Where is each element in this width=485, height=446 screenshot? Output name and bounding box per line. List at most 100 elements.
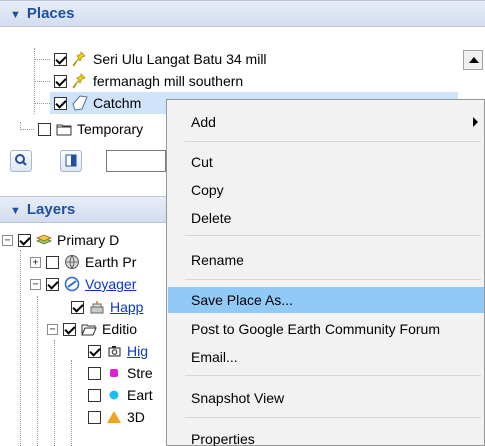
menu-item-email[interactable]: Email... [168,344,484,370]
menu-item-label: Rename [191,252,244,268]
layers-item[interactable]: Stre [88,362,153,384]
layer-checkbox[interactable] [63,322,76,336]
layer-checkbox[interactable] [88,344,101,358]
menu-item-add[interactable]: Add [168,109,484,135]
menu-separator [185,279,481,280]
yellow-pushpin-icon [72,73,88,89]
layer-link-label[interactable]: Voyager [85,276,136,292]
places-item[interactable]: fermanagh mill southern [54,70,243,92]
cake-icon [89,299,105,315]
layer-checkbox[interactable] [46,255,59,269]
layer-label: 3D [127,409,145,425]
context-menu: Add Cut Copy Delete Rename Save Place As… [166,99,485,446]
place-label: Seri Ulu Langat Batu 34 mill [93,51,267,67]
menu-item-label: Email... [191,349,238,365]
menu-item-post-to-forum[interactable]: Post to Google Earth Community Forum [168,316,484,342]
menu-item-snapshot-view[interactable]: Snapshot View [168,385,484,411]
menu-item-save-place-as[interactable]: Save Place As... [168,287,484,313]
layer-label: Primary D [57,232,120,248]
place-label: Catchm [93,95,142,111]
tree-line [71,360,72,446]
tree-line [34,59,50,60]
tree-line [37,296,38,446]
voyager-icon [64,276,80,292]
menu-separator [185,375,481,376]
places-panel-header[interactable]: ▼ Places [0,0,485,27]
place-checkbox[interactable] [38,122,51,136]
layer-checkbox[interactable] [88,388,101,402]
globe-icon [64,254,80,270]
submenu-arrow-icon [473,117,478,127]
collapse-expander[interactable]: − [30,278,41,290]
layers-item[interactable]: + Earth Pr [30,251,136,273]
layer-link-label[interactable]: Hig [127,343,148,359]
place-label: fermanagh mill southern [93,73,244,89]
layer-checkbox[interactable] [88,410,101,424]
menu-item-properties[interactable]: Properties [168,426,484,446]
layers-item[interactable]: − Primary D [2,229,119,251]
menu-item-label: Delete [191,210,232,226]
panel-toggle-icon [65,154,77,167]
place-checkbox[interactable] [54,96,67,110]
tree-line [34,81,50,82]
tree-line [34,103,50,104]
menu-item-copy[interactable]: Copy [168,177,484,203]
menu-item-delete[interactable]: Delete [168,205,484,231]
layer-checkbox[interactable] [88,366,101,380]
place-label: Temporary [77,121,144,137]
layers-stack-icon [35,232,53,248]
magnifier-icon [15,154,27,166]
menu-item-label: Post to Google Earth Community Forum [191,321,440,337]
cyan-dot-icon [106,387,122,403]
collapse-triangle-icon[interactable]: ▼ [10,9,21,21]
layer-checkbox[interactable] [18,233,31,247]
places-search-input[interactable] [106,150,166,172]
tree-line [20,129,34,130]
layer-checkbox[interactable] [46,277,59,291]
expand-expander[interactable]: + [30,256,41,268]
layers-item[interactable]: − Editio [47,318,137,340]
menu-item-label: Snapshot View [191,390,285,406]
layer-label: Editio [102,321,138,337]
menu-item-label: Save Place As... [191,292,293,308]
menu-item-cut[interactable]: Cut [168,149,484,175]
layers-item[interactable]: 3D [88,406,145,428]
layers-item[interactable]: Eart [88,384,153,406]
menu-item-label: Add [191,114,216,130]
layer-link-label[interactable]: Happ [110,299,143,315]
places-title: Places [26,5,75,22]
menu-separator [185,417,481,418]
polygon-icon [72,95,88,111]
place-checkbox[interactable] [54,52,67,66]
place-checkbox[interactable] [54,74,67,88]
layers-title: Layers [26,201,76,218]
yellow-pushpin-icon [72,51,88,67]
places-item[interactable]: Seri Ulu Langat Batu 34 mill [54,48,267,70]
folder-open-icon [81,321,97,337]
menu-item-label: Copy [191,182,224,198]
magenta-dot-icon [106,365,122,381]
places-item-selected[interactable]: Catchm [54,92,141,114]
layer-checkbox[interactable] [71,300,84,314]
collapse-triangle-icon[interactable]: ▼ [10,205,21,217]
scrollbar-up-button[interactable] [463,50,483,70]
layers-item[interactable]: − Voyager [30,273,136,295]
search-button[interactable] [10,150,32,172]
layer-label: Earth Pr [85,254,137,270]
layers-item[interactable]: Hig [88,340,148,362]
layer-label: Eart [127,387,153,403]
panel-toggle-button[interactable] [60,150,82,172]
menu-separator [185,235,481,236]
menu-item-label: Properties [191,431,255,446]
layers-item[interactable]: Happ [71,296,143,318]
orange-triangle-icon [106,409,122,425]
menu-item-label: Cut [191,154,213,170]
camera-icon [106,343,122,359]
menu-separator [185,141,481,142]
collapse-expander[interactable]: − [2,234,13,246]
places-item[interactable]: Temporary [38,118,143,140]
folder-icon [56,121,72,137]
menu-item-rename[interactable]: Rename [168,247,484,273]
tree-line [20,250,21,446]
collapse-expander[interactable]: − [47,323,58,335]
